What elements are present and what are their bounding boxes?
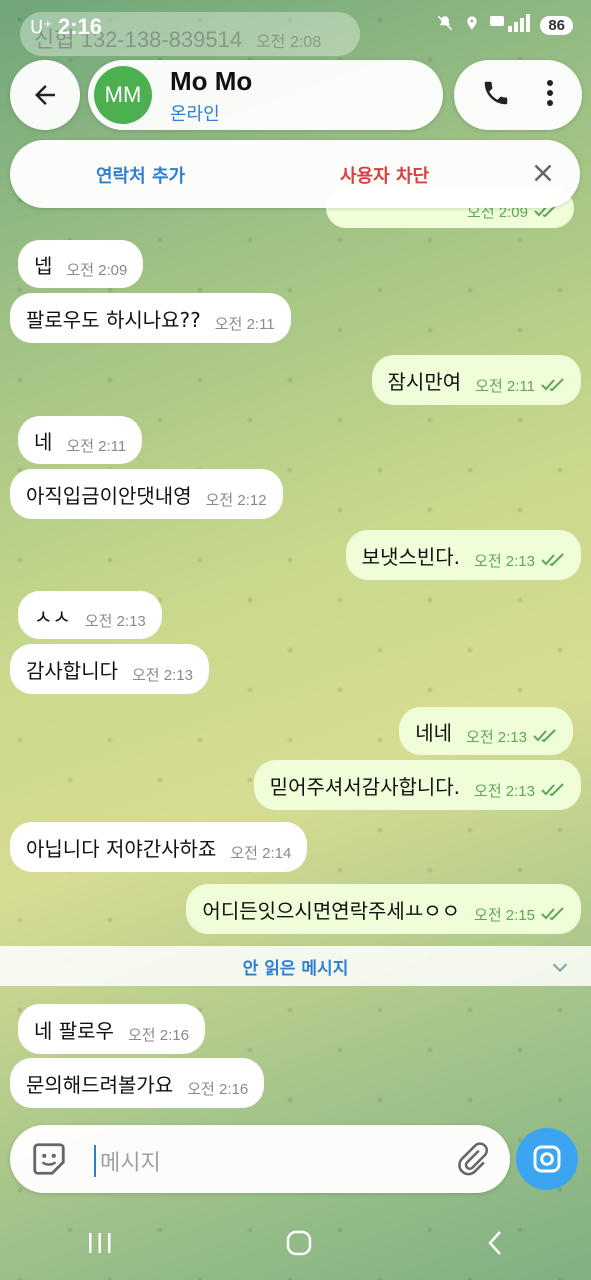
message-text: 잠시만여: [387, 369, 462, 394]
header-actions: [454, 60, 582, 130]
message-bubble-incoming[interactable]: 네 팔로우 오전 2:16: [18, 1004, 205, 1054]
phone-icon: [484, 81, 508, 105]
sticker-icon: [33, 1143, 65, 1175]
paperclip-icon: [458, 1142, 488, 1176]
back-chevron-icon: [488, 1231, 502, 1255]
message-time: 오전 2:14: [230, 844, 292, 862]
message-composer: 메시지: [10, 1125, 510, 1193]
message-time: 오전 2:11: [214, 315, 275, 333]
message-text: 보냇스빈다.: [361, 544, 461, 569]
message-time: 오전 2:12: [205, 491, 267, 509]
message-bubble-incoming[interactable]: 문의해드려볼가요 오전 2:16: [10, 1058, 265, 1108]
arrow-left-icon: [35, 85, 55, 105]
avatar[interactable]: MM: [94, 66, 152, 124]
message-bubble-incoming[interactable]: 네 오전 2:11: [18, 416, 143, 464]
message-bubble-incoming[interactable]: ㅅㅅ 오전 2:13: [18, 591, 162, 639]
block-user-button[interactable]: 사용자 차단: [340, 162, 429, 188]
double-check-icon: [541, 373, 565, 397]
unread-messages-divider: 안 읽은 메시지: [0, 946, 591, 986]
message-time: 오전 2:13: [474, 782, 535, 800]
close-icon: [534, 164, 552, 182]
close-action-bar-button[interactable]: [528, 158, 558, 188]
double-check-icon: [533, 724, 557, 748]
back-nav-button[interactable]: [485, 1229, 505, 1261]
message-text: 믿어주셔서감사합니다.: [269, 774, 461, 799]
message-text: 아직입금이안댓내영: [26, 483, 192, 508]
more-vertical-icon: [547, 80, 553, 106]
home-icon: [287, 1230, 312, 1256]
message-text: 문의해드려볼가요: [26, 1072, 174, 1097]
contact-name: Mo Mo: [170, 66, 253, 96]
sticker-button[interactable]: [30, 1140, 68, 1182]
back-button[interactable]: [10, 60, 80, 130]
message-bubble-incoming[interactable]: 팔로우도 하시나요?? 오전 2:11: [10, 293, 291, 343]
location-icon: [464, 14, 480, 36]
message-time: 오전 2:11: [66, 437, 127, 455]
camera-icon: [533, 1145, 561, 1173]
mute-icon: [436, 14, 454, 36]
message-bubble-incoming[interactable]: 감사합니다 오전 2:13: [10, 644, 209, 694]
message-bubble-outgoing[interactable]: 잠시만여 오전 2:11: [371, 355, 581, 405]
message-time: 오전 2:15: [474, 906, 535, 924]
double-check-icon: [541, 778, 565, 802]
message-bubble-incoming[interactable]: 아닙니다 저야간사하죠 오전 2:14: [10, 822, 308, 872]
recent-apps-icon: [88, 1233, 111, 1253]
message-time: 오전 2:16: [127, 1026, 189, 1044]
message-bubble-incoming[interactable]: 아직입금이안댓내영 오전 2:12: [10, 469, 283, 519]
message-time: 오전 2:13: [474, 552, 535, 570]
contact-status: 온라인: [170, 104, 220, 125]
message-time: 오전 2:16: [187, 1080, 249, 1098]
new-contact-action-bar: 연락처 추가 사용자 차단: [10, 140, 580, 208]
signal-5g-icon: [490, 14, 531, 36]
message-text: 아닙니다 저야간사하죠: [26, 836, 217, 861]
unread-label: 안 읽은 메시지: [242, 958, 349, 979]
status-icons: 86: [436, 14, 573, 36]
attach-button[interactable]: [454, 1141, 490, 1181]
camera-button[interactable]: [516, 1128, 578, 1190]
double-check-icon: [541, 902, 565, 926]
chevron-down-icon[interactable]: [549, 956, 571, 983]
message-input[interactable]: 메시지: [94, 1145, 161, 1177]
status-bar: U⁺ 2:16 86: [0, 0, 591, 54]
home-button[interactable]: [285, 1229, 313, 1261]
call-button[interactable]: [481, 78, 511, 112]
message-text: 네네: [415, 720, 453, 745]
more-options-button[interactable]: [545, 78, 555, 112]
add-contact-button[interactable]: 연락처 추가: [96, 162, 185, 188]
system-navigation-bar: [0, 1210, 591, 1280]
battery-indicator: 86: [540, 15, 573, 35]
carrier-label: U⁺: [30, 17, 53, 38]
double-check-icon: [541, 548, 565, 572]
chat-header[interactable]: MM Mo Mo 온라인: [88, 60, 443, 130]
message-text: 네 팔로우: [34, 1018, 114, 1043]
message-bubble-outgoing[interactable]: 보냇스빈다. 오전 2:13: [345, 530, 581, 580]
message-text: 감사합니다: [26, 658, 118, 683]
message-time: 오전 2:11: [475, 377, 535, 395]
message-bubble-outgoing[interactable]: 어디든잇으시면연락주세ㅛㅇㅇ 오전 2:15: [186, 884, 581, 934]
message-text: 네: [34, 429, 53, 454]
message-time: 오전 2:09: [66, 261, 128, 279]
message-text: ㅅㅅ: [34, 604, 71, 629]
message-bubble-incoming[interactable]: 넵 오전 2:09: [18, 240, 144, 288]
recent-apps-button[interactable]: [86, 1231, 114, 1259]
message-text: 넵: [34, 253, 53, 278]
message-text: 어디든잇으시면연락주세ㅛㅇㅇ: [202, 898, 461, 923]
clock: 2:16: [58, 14, 103, 39]
message-bubble-outgoing[interactable]: 네네 오전 2:13: [399, 707, 573, 755]
message-time: 오전 2:13: [466, 728, 527, 746]
message-bubble-outgoing[interactable]: 믿어주셔서감사합니다. 오전 2:13: [253, 760, 581, 810]
message-text: 팔로우도 하시나요??: [26, 307, 201, 332]
message-time: 오전 2:13: [132, 666, 193, 684]
message-time: 오전 2:13: [84, 612, 146, 630]
